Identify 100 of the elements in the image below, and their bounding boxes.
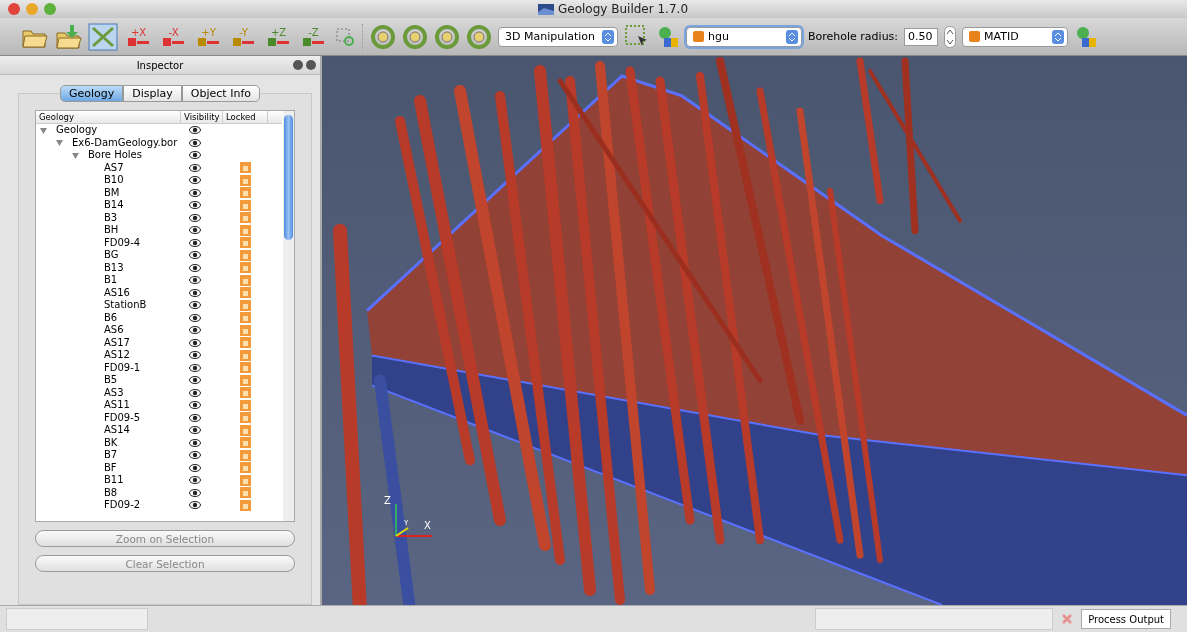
fit-view-icon[interactable]: [88, 22, 118, 51]
eye-icon[interactable]: [189, 376, 201, 385]
lock-icon[interactable]: [240, 212, 251, 224]
tree-item[interactable]: BK: [104, 436, 118, 449]
eye-icon[interactable]: [189, 238, 201, 247]
eye-icon[interactable]: [189, 476, 201, 485]
tree-item[interactable]: AS16: [104, 286, 130, 299]
tree-item[interactable]: B11: [104, 474, 124, 487]
column-header[interactable]: Geology: [36, 111, 181, 123]
tree-item[interactable]: B3: [104, 211, 118, 224]
tab[interactable]: Object Info: [181, 85, 260, 102]
close-icon[interactable]: [8, 3, 20, 15]
eye-icon[interactable]: [189, 163, 201, 172]
lock-icon[interactable]: [240, 424, 251, 436]
lock-icon[interactable]: [240, 299, 251, 311]
lock-icon[interactable]: [240, 412, 251, 424]
color-legend-icon[interactable]: [656, 24, 680, 49]
eye-icon[interactable]: [189, 188, 201, 197]
lock-icon[interactable]: [240, 362, 251, 374]
tree-item[interactable]: FD09-2: [104, 499, 141, 512]
lock-icon[interactable]: [240, 224, 251, 236]
eye-icon[interactable]: [189, 213, 201, 222]
tree-item[interactable]: AS6: [104, 324, 124, 337]
maximize-icon[interactable]: [44, 3, 56, 15]
eye-icon[interactable]: [189, 351, 201, 360]
eye-icon[interactable]: [189, 501, 201, 510]
column-header[interactable]: Visibility: [181, 111, 223, 123]
tree-item[interactable]: AS17: [104, 336, 130, 349]
lock-icon[interactable]: [240, 437, 251, 449]
tree-item[interactable]: B10: [104, 174, 124, 187]
tab[interactable]: Display: [123, 85, 182, 102]
lock-icon[interactable]: [240, 174, 251, 186]
lock-icon[interactable]: [240, 274, 251, 286]
scrollbar[interactable]: [283, 111, 294, 521]
property-dropdown[interactable]: hgu: [686, 26, 802, 47]
eye-icon[interactable]: [189, 126, 201, 135]
eye-icon[interactable]: [189, 326, 201, 335]
tree-item[interactable]: AS12: [104, 349, 130, 362]
lock-icon[interactable]: [240, 449, 251, 461]
lock-icon[interactable]: [240, 237, 251, 249]
mode-dropdown[interactable]: 3D Manipulation: [498, 26, 618, 47]
tree-item[interactable]: BH: [104, 224, 119, 237]
lock-icon[interactable]: [240, 287, 251, 299]
column-header[interactable]: Locked: [223, 111, 268, 123]
rotate-icon[interactable]: [466, 23, 492, 50]
lock-icon[interactable]: [240, 312, 251, 324]
eye-icon[interactable]: [189, 401, 201, 410]
tree-item[interactable]: Bore Holes: [88, 149, 142, 162]
lock-icon[interactable]: [240, 399, 251, 411]
rotate-icon[interactable]: [434, 23, 460, 50]
eye-icon[interactable]: [189, 151, 201, 160]
lock-icon[interactable]: [240, 337, 251, 349]
lock-icon[interactable]: [240, 162, 251, 174]
lock-icon[interactable]: [240, 387, 251, 399]
tree-item[interactable]: Geology: [56, 124, 98, 137]
tree-item[interactable]: B6: [104, 311, 118, 324]
tree-item[interactable]: B1: [104, 274, 118, 287]
eye-icon[interactable]: [189, 426, 201, 435]
float-icon[interactable]: [293, 60, 303, 70]
lock-icon[interactable]: [240, 187, 251, 199]
tree-item[interactable]: BF: [104, 461, 117, 474]
process-output-button[interactable]: Process Output: [1081, 609, 1171, 629]
eye-icon[interactable]: [189, 251, 201, 260]
tab[interactable]: Geology: [60, 85, 124, 102]
eye-icon[interactable]: [189, 438, 201, 447]
folder-import-icon[interactable]: [54, 23, 82, 50]
tree-item[interactable]: B14: [104, 199, 124, 212]
eye-icon[interactable]: [189, 363, 201, 372]
eye-icon[interactable]: [189, 263, 201, 272]
eye-icon[interactable]: [189, 388, 201, 397]
rotate-icon[interactable]: [402, 23, 428, 50]
radius-field[interactable]: 0.50: [904, 27, 939, 46]
eye-icon[interactable]: [189, 201, 201, 210]
tree-item[interactable]: AS11: [104, 399, 130, 412]
tree-item[interactable]: FD09-5: [104, 411, 141, 424]
material-dropdown[interactable]: MATID: [962, 26, 1069, 47]
eye-icon[interactable]: [189, 226, 201, 235]
tree-item[interactable]: B13: [104, 261, 124, 274]
lock-icon[interactable]: [240, 474, 251, 486]
tree-item[interactable]: AS7: [104, 161, 124, 174]
lock-icon[interactable]: [240, 462, 251, 474]
lock-icon[interactable]: [240, 374, 251, 386]
close-icon[interactable]: [306, 60, 316, 70]
lock-icon[interactable]: [240, 249, 251, 261]
eye-icon[interactable]: [189, 288, 201, 297]
lock-icon[interactable]: [240, 324, 251, 336]
tree-item[interactable]: StationB: [104, 299, 147, 312]
tree-item[interactable]: FD09-4: [104, 236, 141, 249]
eye-icon[interactable]: [189, 313, 201, 322]
eye-icon[interactable]: [189, 276, 201, 285]
tree-item[interactable]: BG: [104, 249, 119, 262]
eye-icon[interactable]: [189, 138, 201, 147]
lock-icon[interactable]: [240, 499, 251, 511]
eye-icon[interactable]: [189, 463, 201, 472]
lock-icon[interactable]: [240, 262, 251, 274]
lock-icon[interactable]: [240, 349, 251, 361]
color-legend-icon[interactable]: [1074, 24, 1099, 49]
tree-item[interactable]: B7: [104, 449, 118, 462]
tree-item[interactable]: Ex6-DamGeology.bor: [72, 136, 178, 149]
tree-item[interactable]: BM: [104, 186, 120, 199]
